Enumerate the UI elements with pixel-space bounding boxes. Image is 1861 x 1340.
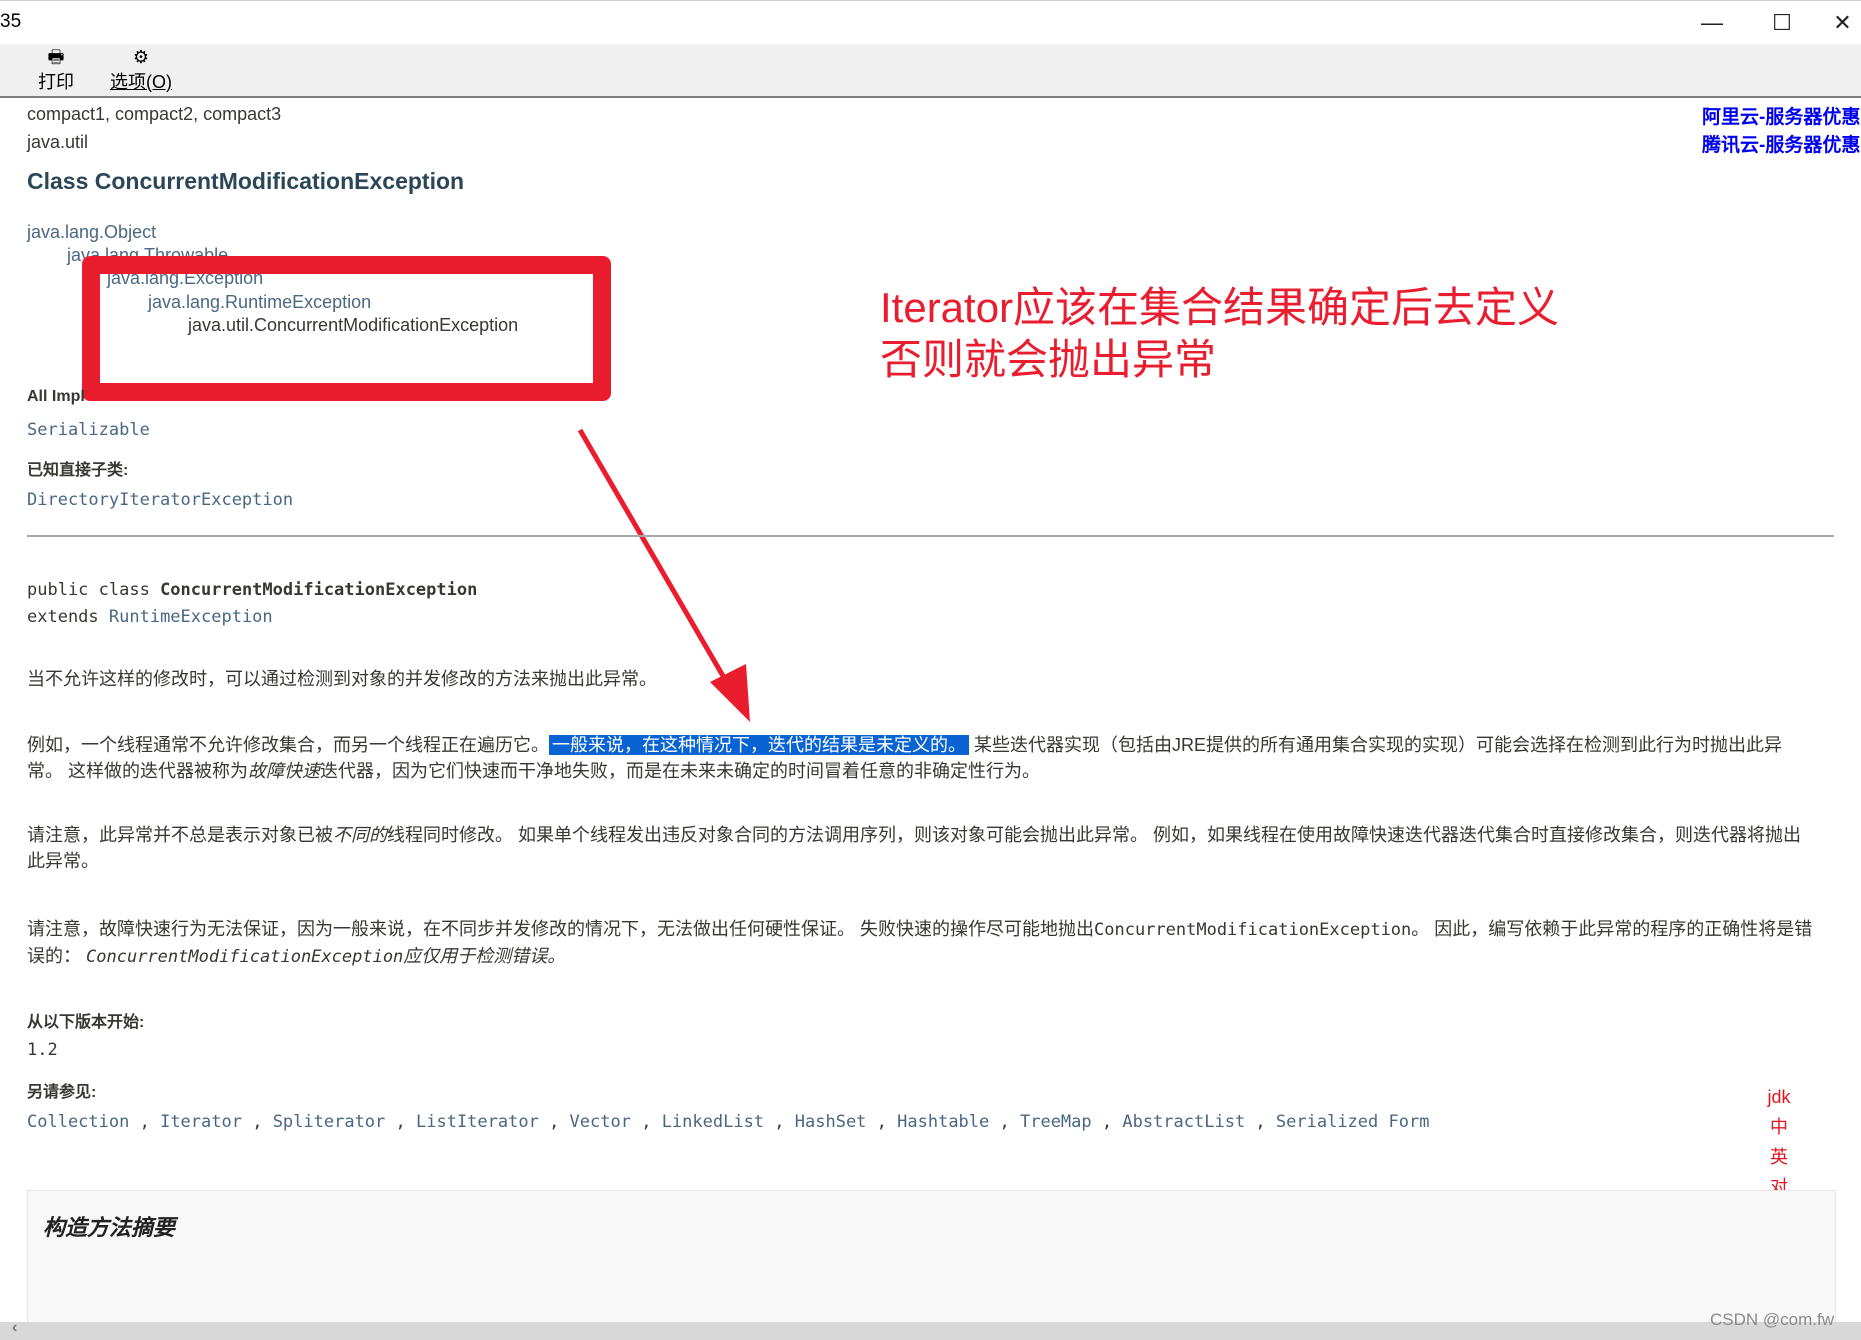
see-also-separator: , (241, 1112, 273, 1132)
see-also-separator: , (538, 1112, 570, 1132)
inheritance-object[interactable]: java.lang.Object (27, 222, 156, 243)
description-paragraph-4: 请注意，故障快速行为无法保证，因为一般来说，在不同步并发修改的情况下，无法做出任… (27, 916, 1817, 970)
side-note-char: 中 (1770, 1117, 1788, 1137)
description-paragraph-1: 当不允许这样的修改时，可以通过检测到对象的并发修改的方法来抛出此异常。 (27, 669, 657, 689)
close-icon: ✕ (1833, 10, 1852, 35)
minimize-icon: — (1701, 10, 1723, 35)
maximize-icon: ☐ (1772, 10, 1792, 35)
see-also-separator: , (385, 1112, 416, 1132)
interface-serializable-link[interactable]: Serializable (27, 420, 150, 440)
arrow-line (577, 428, 733, 690)
printer-icon: 🖶 (47, 47, 65, 67)
maximize-button[interactable]: ☐ (1754, 1, 1810, 45)
page-title: Class ConcurrentModificationException (27, 168, 465, 194)
since-value: 1.2 (27, 1040, 58, 1060)
p2-italic: 故障快速 (248, 761, 320, 781)
declaration-class-name: ConcurrentModificationException (160, 580, 478, 600)
section-divider (27, 535, 1834, 537)
see-also-link[interactable]: Spliterator (273, 1112, 386, 1132)
p2-after2: 迭代器，因为它们快速而干净地失败，而是在未来未确定的时间冒着任意的非确定性行为。 (320, 761, 1040, 781)
p4-code: ConcurrentModificationException (1094, 920, 1412, 940)
ad-link-aliyun[interactable]: 阿里云-服务器优惠 (1702, 104, 1860, 132)
see-also-link[interactable]: AbstractList (1122, 1112, 1245, 1132)
print-label: 打印 (38, 72, 74, 92)
see-also-label: 另请参见: (27, 1084, 97, 1101)
see-also-separator: , (1245, 1112, 1276, 1132)
side-note-char: jdk (1767, 1087, 1791, 1107)
p2-highlight: 一般来说，在这种情况下，迭代的结果是未定义的。 (549, 735, 969, 755)
annotation-text: Iterator应该在集合结果确定后去定义 否则就会抛出异常 (880, 282, 1559, 386)
toolbar: 🖶 打印 ⚙ 选项(O) (0, 44, 1861, 98)
see-also-separator: , (129, 1112, 161, 1132)
options-button[interactable]: ⚙ 选项(O) (110, 48, 172, 94)
print-button[interactable]: 🖶 打印 (38, 48, 74, 94)
constructor-summary-panel (27, 1190, 1836, 1332)
minimize-button[interactable]: — (1684, 1, 1740, 45)
watermark: CSDN @com.fw (1710, 1310, 1834, 1329)
class-declaration-line2: extends RuntimeException (27, 607, 273, 627)
see-also-link[interactable]: Collection (27, 1112, 129, 1132)
close-button[interactable]: ✕ (1824, 1, 1861, 45)
p4-before: 请注意，故障快速行为无法保证，因为一般来说，在不同步并发修改的情况下，无法做出任… (27, 919, 1094, 939)
annotation-box (82, 256, 611, 401)
side-note-char: 英 (1770, 1147, 1788, 1167)
superclass-link[interactable]: RuntimeException (109, 607, 273, 627)
see-also-link[interactable]: ListIterator (416, 1112, 539, 1132)
see-also-link[interactable]: Hashtable (897, 1112, 989, 1132)
horizontal-scrollbar[interactable]: ‹ (0, 1319, 1861, 1340)
annotation-line-1: Iterator应该在集合结果确定后去定义 (880, 284, 1560, 331)
subclass-directory-iterator-exception-link[interactable]: DirectoryIteratorException (27, 490, 293, 510)
description-paragraph-3: 请注意，此异常并不总是表示对象已被不同的线程同时修改。 如果单个线程发出违反对象… (27, 822, 1817, 874)
see-also-link[interactable]: LinkedList (662, 1112, 764, 1132)
description-paragraph-2: 例如，一个线程通常不允许修改集合，而另一个线程正在遍历它。 一般来说，在这种情况下… (27, 732, 1817, 784)
see-also-link[interactable]: Serialized Form (1276, 1112, 1430, 1132)
scroll-left-icon[interactable]: ‹ (12, 1319, 17, 1337)
see-also-link[interactable]: HashSet (795, 1112, 867, 1132)
options-label: 选项(O) (110, 72, 172, 92)
profiles-text: compact1, compact2, compact3 (27, 104, 282, 124)
see-also-separator: , (989, 1112, 1020, 1132)
see-also-separator: , (630, 1112, 662, 1132)
ad-link-tencent[interactable]: 腾讯云-服务器优惠 (1702, 132, 1860, 160)
since-label: 从以下版本开始: (27, 1014, 145, 1031)
see-also-links: Collection , Iterator , Spliterator , Li… (27, 1112, 1429, 1132)
annotation-line-2: 否则就会抛出异常 (880, 336, 1217, 383)
extends-prefix: extends (27, 607, 109, 627)
see-also-separator: , (1091, 1112, 1123, 1132)
see-also-link[interactable]: TreeMap (1020, 1112, 1092, 1132)
p3-italic: 不同的 (333, 825, 387, 845)
title-bar: 35 — ☐ ✕ (0, 0, 1861, 45)
p4-italic-code: ConcurrentModificationException (86, 947, 404, 967)
see-also-link[interactable]: Iterator (160, 1112, 242, 1132)
p2-before: 例如，一个线程通常不允许修改集合，而另一个线程正在遍历它。 (27, 735, 549, 755)
package-name: java.util (27, 132, 89, 152)
options-icon: ⚙ (132, 47, 150, 67)
see-also-separator: , (764, 1112, 795, 1132)
see-also-link[interactable]: Vector (570, 1112, 631, 1132)
class-declaration-line1: public class ConcurrentModificationExcep… (27, 580, 477, 600)
constructor-summary-title: 构造方法摘要 (43, 1215, 176, 1240)
see-also-separator: , (866, 1112, 898, 1132)
interfaces-label: All Impl (27, 388, 85, 405)
p3-before: 请注意，此异常并不总是表示对象已被 (27, 825, 333, 845)
p4-italic-text: 应仅用于检测错误。 (403, 946, 566, 966)
window-title: 35 (0, 11, 22, 32)
declaration-prefix: public class (27, 580, 161, 600)
subclasses-label: 已知直接子类: (27, 462, 129, 479)
ad-links: 阿里云-服务器优惠 腾讯云-服务器优惠 (1702, 104, 1860, 160)
